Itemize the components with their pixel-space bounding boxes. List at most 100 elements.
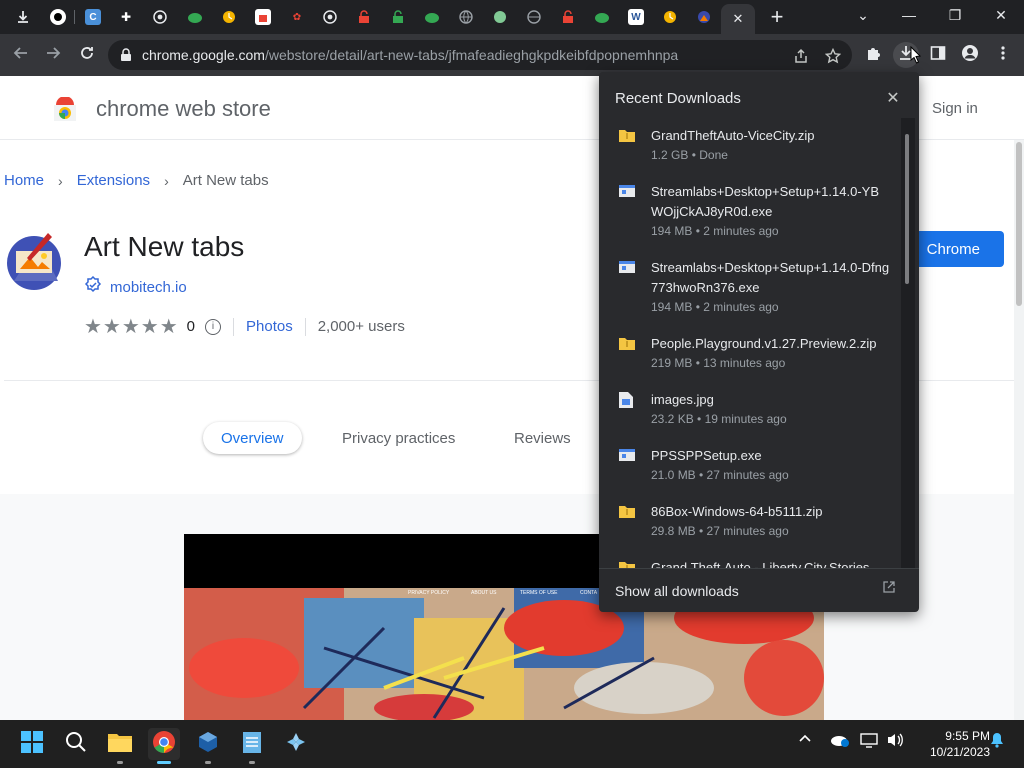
download-item[interactable]: 86Box-Windows-64-b5111.zip 29.8 MB • 27 …	[599, 494, 903, 550]
chrome-icon	[152, 730, 176, 759]
download-filename: 86Box-Windows-64-b5111.zip	[651, 504, 823, 519]
side-panel-icon	[930, 45, 946, 66]
tab-search-button[interactable]: ⌄	[840, 0, 886, 30]
photos-link[interactable]: Photos	[246, 318, 293, 335]
forward-button[interactable]	[40, 42, 66, 68]
downloads-footer[interactable]: Show all downloads	[599, 568, 919, 612]
info-icon[interactable]: i	[205, 318, 221, 335]
tab-word[interactable]: W	[621, 4, 651, 30]
breadcrumb: Home › Extensions › Art New tabs	[4, 172, 269, 189]
share-icon[interactable]	[792, 47, 810, 65]
tab-bag[interactable]	[248, 4, 278, 30]
profile-button[interactable]	[957, 42, 983, 68]
tab-cloud-2[interactable]	[417, 4, 447, 30]
tab-cloud-3[interactable]	[587, 4, 617, 30]
close-tab-icon[interactable]: ✕	[733, 11, 744, 27]
tab-active[interactable]: ✕	[721, 4, 755, 34]
download-item[interactable]: images.jpg 23.2 KB • 19 minutes ago	[599, 382, 903, 438]
sign-in-link[interactable]: Sign in	[932, 100, 978, 117]
tab-green-globe[interactable]	[485, 4, 515, 30]
download-item[interactable]: GrandTheftAuto-ViceCity.zip 1.2 GB • Don…	[599, 118, 903, 174]
tab-overview-label: Overview	[221, 429, 284, 447]
tab-controller[interactable]: ✚	[111, 4, 141, 30]
taskbar-gamepad-app[interactable]	[280, 728, 312, 760]
show-all-downloads-link[interactable]: Show all downloads	[615, 583, 739, 599]
menu-button[interactable]	[990, 42, 1016, 68]
scrollbar-thumb[interactable]	[1016, 142, 1022, 306]
tab-red-lock[interactable]	[349, 4, 379, 30]
more-vertical-icon	[1001, 45, 1005, 66]
page-scrollbar[interactable]	[1014, 140, 1024, 720]
close-window-button[interactable]: ✕	[978, 0, 1024, 30]
user-count: 2,000+ users	[317, 318, 405, 335]
download-item[interactable]: Streamlabs+Desktop+Setup+1.14.0-YBWOjjCk…	[599, 174, 903, 250]
tab-overview[interactable]: Overview	[203, 422, 302, 454]
tab-downloads[interactable]	[8, 4, 38, 30]
cloud-icon	[187, 9, 203, 25]
taskbar-file-explorer[interactable]	[104, 728, 136, 764]
tab-globe-1[interactable]	[451, 4, 481, 30]
volume-icon[interactable]	[886, 732, 904, 751]
tab-chrome-2[interactable]	[315, 4, 345, 30]
tab-art-new-tabs-favicon[interactable]	[689, 4, 719, 30]
side-panel-button[interactable]	[925, 42, 951, 68]
reload-button[interactable]	[74, 42, 100, 68]
tab-strip: C ✚ ✿ W ✕ + ⌄ — ❐ ✕	[0, 0, 1024, 34]
downloads-scrollbar[interactable]	[901, 118, 915, 568]
download-item[interactable]: People.Playground.v1.27.Preview.2.zip 21…	[599, 326, 903, 382]
close-icon[interactable]: ✕	[883, 88, 903, 108]
zip-folder-icon	[619, 336, 635, 352]
onedrive-icon[interactable]	[830, 732, 850, 751]
restore-icon: ❐	[948, 6, 962, 23]
search-button[interactable]	[60, 728, 92, 760]
lock-red-icon	[356, 9, 372, 25]
download-item[interactable]: Streamlabs+Desktop+Setup+1.14.0-Dfng773h…	[599, 250, 903, 326]
extensions-button[interactable]	[861, 42, 887, 68]
scrollbar-thumb[interactable]	[905, 134, 909, 284]
tab-separator	[74, 10, 75, 24]
bookmark-star-icon[interactable]	[824, 47, 842, 65]
chevron-right-icon: ›	[164, 172, 169, 189]
tab-cloud-1[interactable]	[180, 4, 210, 30]
tab-clock-1[interactable]	[214, 4, 244, 30]
chrome-web-store-logo[interactable]	[52, 96, 76, 121]
chevron-up-icon[interactable]	[798, 732, 812, 749]
network-icon[interactable]	[860, 732, 878, 751]
download-meta: 1.2 GB • Done	[651, 148, 728, 162]
chevron-down-icon: ⌄	[857, 6, 869, 23]
restore-button[interactable]: ❐	[932, 0, 978, 30]
reload-icon	[79, 45, 95, 66]
minimize-button[interactable]: —	[886, 0, 932, 30]
tab-clock-2[interactable]	[655, 4, 685, 30]
screen: C ✚ ✿ W ✕ + ⌄ — ❐ ✕ chrome.google.com/we…	[0, 0, 1024, 768]
store-title[interactable]: chrome web store	[96, 96, 271, 122]
notification-bell-icon[interactable]	[990, 732, 1004, 751]
address-bar[interactable]: chrome.google.com/webstore/detail/art-ne…	[108, 40, 852, 70]
breadcrumb-home[interactable]: Home	[4, 172, 44, 189]
browser-toolbar: chrome.google.com/webstore/detail/art-ne…	[0, 34, 1024, 76]
tab-green-lock[interactable]	[383, 4, 413, 30]
start-button[interactable]	[16, 728, 48, 760]
taskbar-virtualbox[interactable]	[192, 728, 224, 764]
tab-globe-2[interactable]	[519, 4, 549, 30]
developer-link[interactable]: mobitech.io	[110, 279, 187, 296]
tab-red-logo[interactable]: ✿	[282, 4, 312, 30]
exe-file-icon	[619, 260, 635, 276]
download-filename: Streamlabs+Desktop+Setup+1.14.0-Dfng773h…	[651, 260, 890, 295]
tab-privacy-practices[interactable]: Privacy practices	[324, 422, 473, 454]
taskbar-chrome[interactable]	[148, 728, 180, 764]
breadcrumb-extensions[interactable]: Extensions	[77, 172, 150, 189]
tab-github[interactable]	[43, 4, 73, 30]
downloads-bubble: Recent Downloads ✕ GrandTheftAuto-ViceCi…	[599, 72, 919, 612]
tab-c-app[interactable]: C	[78, 4, 108, 30]
back-button[interactable]	[8, 42, 34, 68]
tab-red-lock-2[interactable]	[553, 4, 583, 30]
tab-reviews[interactable]: Reviews	[496, 422, 589, 454]
new-tab-button[interactable]: +	[762, 4, 792, 30]
taskbar-notepad[interactable]	[236, 728, 268, 764]
divider	[304, 317, 306, 336]
tab-chrome-1[interactable]	[145, 4, 175, 30]
download-item[interactable]: PPSSPPSetup.exe 21.0 MB • 27 minutes ago	[599, 438, 903, 494]
download-item[interactable]: Grand.Theft.Auto.-.Liberty.City.Stories	[599, 550, 903, 568]
system-clock[interactable]: 9:55 PM 10/21/2023	[910, 728, 990, 760]
